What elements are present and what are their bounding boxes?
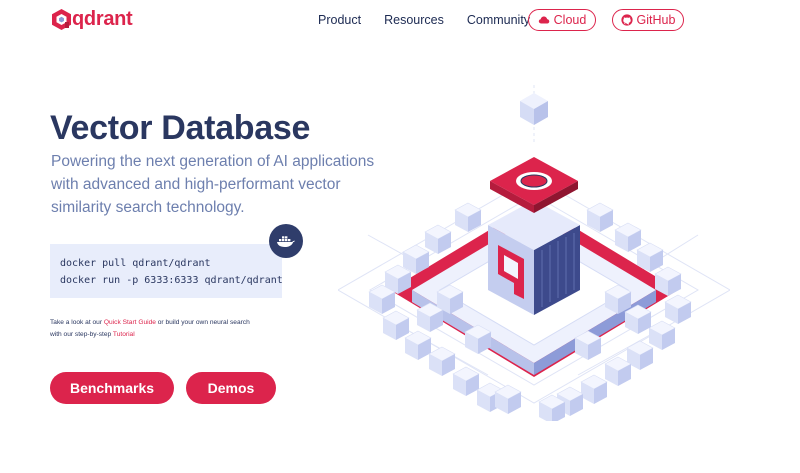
main-nav: Product Resources Community xyxy=(318,12,553,28)
isometric-cube xyxy=(648,320,676,350)
hint-text: Take a look at our xyxy=(50,319,104,326)
docker-badge xyxy=(269,224,303,258)
top-nav-bar: qdrant Product Resources Community Cloud… xyxy=(0,0,800,40)
logo-wordmark: qdrant xyxy=(72,8,133,30)
lid-ring-inner xyxy=(520,174,548,188)
nav-community[interactable]: Community xyxy=(467,12,530,28)
isometric-cube xyxy=(382,310,410,340)
isometric-cube xyxy=(580,374,608,404)
github-icon xyxy=(620,14,633,26)
quick-start-link[interactable]: Quick Start Guide xyxy=(104,319,156,326)
hero-subtitle-line: Powering the next generation of AI appli… xyxy=(51,153,375,170)
tutorial-link[interactable]: Tutorial xyxy=(113,331,135,338)
docker-icon xyxy=(277,236,295,247)
hero-illustration xyxy=(338,85,730,421)
cloud-label: Cloud xyxy=(553,13,587,27)
page-title: Vector Database xyxy=(50,109,311,147)
hint-text: with our step-by-step xyxy=(50,331,113,338)
isometric-cube xyxy=(404,330,432,360)
floating-cube-top xyxy=(520,93,548,125)
hero-subtitle: Powering the next generation of AI appli… xyxy=(51,150,375,219)
nav-product[interactable]: Product xyxy=(318,12,361,28)
nav-resources[interactable]: Resources xyxy=(384,12,444,28)
isometric-cube xyxy=(614,222,642,252)
isometric-cube xyxy=(424,224,452,254)
hero-subtitle-line: similarity search technology. xyxy=(51,199,245,216)
github-label: GitHub xyxy=(636,13,676,27)
isometric-cube xyxy=(452,366,480,396)
github-button[interactable]: GitHub xyxy=(612,9,684,31)
hero-subtitle-line: with advanced and high-performant vector xyxy=(51,176,341,193)
code-line: docker pull qdrant/qdrant xyxy=(60,258,211,269)
docker-command-block[interactable]: docker pull qdrant/qdrant docker run -p … xyxy=(50,244,283,298)
getting-started-hint: Take a look at our Quick Start Guide or … xyxy=(50,317,290,341)
cloud-button[interactable]: Cloud xyxy=(528,9,596,31)
qdrant-logo-icon xyxy=(52,9,71,30)
hint-text: or build your own neural search xyxy=(155,319,250,326)
demos-button[interactable]: Demos xyxy=(186,372,276,404)
benchmarks-button[interactable]: Benchmarks xyxy=(50,372,174,404)
code-line: docker run -p 6333:6333 qdrant/qdrant xyxy=(60,275,283,286)
qdrant-logo[interactable]: qdrant xyxy=(52,8,133,30)
cloud-icon xyxy=(538,16,549,24)
isometric-cube xyxy=(664,294,692,324)
isometric-cube xyxy=(428,346,456,376)
